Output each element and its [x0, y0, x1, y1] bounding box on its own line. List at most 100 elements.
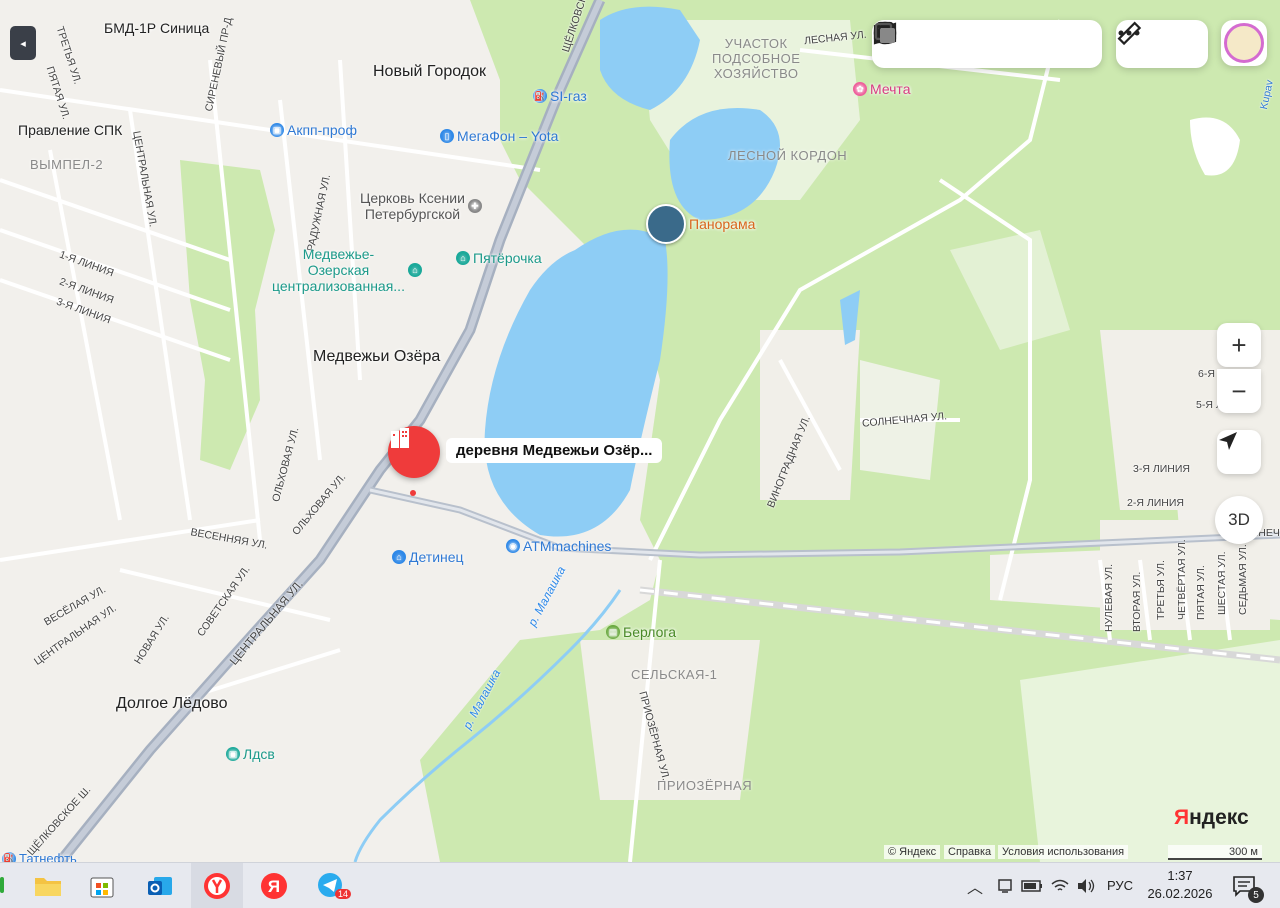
district-uchastok: УЧАСТОК ПОДСОБНОЕ ХОЗЯЙСТВО	[712, 36, 801, 81]
street-chetvertaya: ЧЕТВЁРТАЯ УЛ.	[1176, 539, 1188, 620]
yandex-logo-first-letter: Я	[1174, 806, 1190, 829]
place-medvezhi-ozera: Медвежьи Озёра	[313, 348, 441, 365]
tray-language[interactable]: РУС	[1100, 863, 1140, 908]
tray-wifi[interactable]	[1046, 863, 1074, 908]
street-vtoraya: ВТОРАЯ УЛ.	[1131, 571, 1143, 632]
svg-text:Я: Я	[268, 877, 280, 896]
taskbar-telegram[interactable]: 14	[305, 863, 357, 908]
yandex-browser-icon	[204, 872, 230, 899]
map-copyright[interactable]: © Яндекс	[884, 845, 941, 859]
school-icon: ⌂	[407, 263, 422, 277]
poi-panorama[interactable]: Панорама	[646, 204, 755, 244]
zoom-in-button[interactable]: +	[1217, 323, 1261, 367]
street-sedmaya: СЕДЬМАЯ УЛ.	[1237, 544, 1249, 615]
street-tretya-r: ТРЕТЬЯ УЛ.	[1155, 560, 1167, 620]
poi-akpp[interactable]: ▣ Акпп-проф	[270, 122, 357, 138]
car-icon: ▣	[270, 123, 284, 137]
district-vympel: ВЫМПЕЛ-2	[30, 157, 104, 172]
windows-taskbar: Я 14 ︿ РУС 1:37 26.02.2026 5	[0, 862, 1280, 908]
marker-point	[410, 490, 416, 496]
place-bmd: БМД-1Р Синица	[104, 20, 210, 36]
scale-bar: 300 м	[1168, 845, 1262, 860]
clock-date: 26.02.2026	[1147, 886, 1213, 901]
map-layers-toolbar	[872, 20, 1102, 68]
poi-berloga[interactable]: ▤ Берлога	[606, 624, 676, 640]
taskbar-explorer[interactable]	[22, 863, 74, 908]
selected-place-marker[interactable]	[388, 426, 440, 478]
location-arrow-icon	[1219, 432, 1237, 450]
panorama-button[interactable]	[873, 20, 1010, 68]
place-dolgoe-ledovo: Долгое Лёдово	[116, 695, 228, 712]
notifications-button[interactable]: 5	[1222, 863, 1266, 908]
poi-mechta[interactable]: ✿ Мечта	[853, 81, 910, 97]
yandex-icon: Я	[261, 872, 287, 899]
poi-detinets[interactable]: ⌂ Детинец	[392, 549, 464, 565]
map-base	[0, 0, 1280, 862]
church-icon: ✚	[467, 199, 482, 213]
transport-button[interactable]	[875, 20, 1056, 68]
tools-toolbar	[1116, 20, 1208, 68]
clock-time: 1:37	[1167, 868, 1193, 883]
map-type-button[interactable]	[874, 20, 1102, 68]
collapse-panel-button[interactable]: ◂	[10, 26, 36, 60]
taskbar-yandex-browser[interactable]	[191, 863, 243, 908]
profile-button[interactable]	[1221, 20, 1267, 66]
folder-icon	[35, 877, 61, 896]
kindergarten-icon: ⌂	[392, 550, 406, 564]
street-pyataya-r: ПЯТАЯ УЛ.	[1195, 565, 1207, 620]
car-service-icon: ▣	[226, 747, 240, 761]
panorama-thumbnail-icon	[646, 204, 686, 244]
device-icon	[998, 878, 1012, 893]
tray-battery[interactable]	[1018, 863, 1046, 908]
poi-school[interactable]: Медвежье- Озерская централизованная... ⌂	[272, 246, 422, 294]
shop-icon: ⌂	[456, 251, 470, 265]
store-icon	[90, 877, 114, 897]
gas-station-icon: ⛽	[2, 851, 16, 862]
zoom-out-button[interactable]: −	[1217, 369, 1261, 413]
tray-clock[interactable]: 1:37 26.02.2026	[1145, 867, 1215, 903]
poi-ldsv[interactable]: ▣ Лдсв	[226, 746, 275, 762]
three-d-button[interactable]: 3D	[1215, 496, 1263, 544]
more-icon	[1118, 30, 1140, 36]
notification-count: 5	[1248, 887, 1264, 903]
speaker-icon	[1078, 878, 1095, 893]
more-button[interactable]	[1118, 20, 1208, 68]
camp-icon: ▤	[606, 625, 620, 639]
mail-icon	[148, 876, 172, 895]
show-hidden-icons-button[interactable]: ︿	[960, 863, 990, 908]
tray-device[interactable]	[992, 863, 1018, 908]
my-location-button[interactable]	[1217, 430, 1261, 474]
map-book-button[interactable]	[873, 20, 964, 68]
map-canvas[interactable]: БМД-1Р Синица Новый Городок Правление СП…	[0, 0, 1280, 862]
street-liniya-r2: 2-Я ЛИНИЯ	[1127, 497, 1184, 509]
district-lesnoy-kordon: ЛЕСНОЙ КОРДОН	[728, 148, 848, 163]
district-priozernaya: ПРИОЗЁРНАЯ	[657, 778, 753, 793]
wifi-icon	[1051, 879, 1069, 891]
poi-pyaterochka[interactable]: ⌂ Пятёрочка	[456, 250, 542, 266]
yandex-logo: Яндекс	[1174, 806, 1249, 830]
help-link[interactable]: Справка	[944, 845, 996, 859]
atm-icon: ◉	[506, 539, 520, 553]
square-icon	[874, 22, 895, 43]
yandex-logo-text: ндекс	[1189, 806, 1249, 829]
street-liniya-r3: 3-Я ЛИНИЯ	[1133, 463, 1190, 475]
avatar	[1224, 23, 1264, 63]
taskbar-edge-indicator	[0, 877, 4, 893]
taskbar-yandex[interactable]: Я	[248, 863, 300, 908]
poi-church[interactable]: Церковь Ксении Петербургской ✚	[360, 190, 482, 222]
flower-icon: ✿	[853, 82, 867, 96]
taskbar-outlook[interactable]	[134, 863, 186, 908]
taskbar-store[interactable]	[76, 863, 128, 908]
phone-icon: ▯	[440, 129, 454, 143]
chevron-up-icon: ︿	[966, 879, 983, 897]
poi-si-gaz[interactable]: ⛽ SI-газ	[533, 88, 587, 104]
poi-atm[interactable]: ◉ ATMmachines	[506, 538, 611, 554]
place-new-town: Новый Городок	[373, 63, 487, 80]
street-nulevaya: НУЛЕВАЯ УЛ.	[1103, 563, 1115, 632]
poi-megafon[interactable]: ▯ МегаФон – Yota	[440, 128, 558, 144]
terms-link[interactable]: Условия использования	[998, 845, 1129, 859]
selected-place-label[interactable]: деревня Медвежьи Озёр...	[446, 438, 663, 463]
building-icon	[391, 428, 409, 448]
tray-volume[interactable]	[1072, 863, 1100, 908]
poi-tatneft[interactable]: ⛽ Татнефть	[2, 851, 77, 862]
